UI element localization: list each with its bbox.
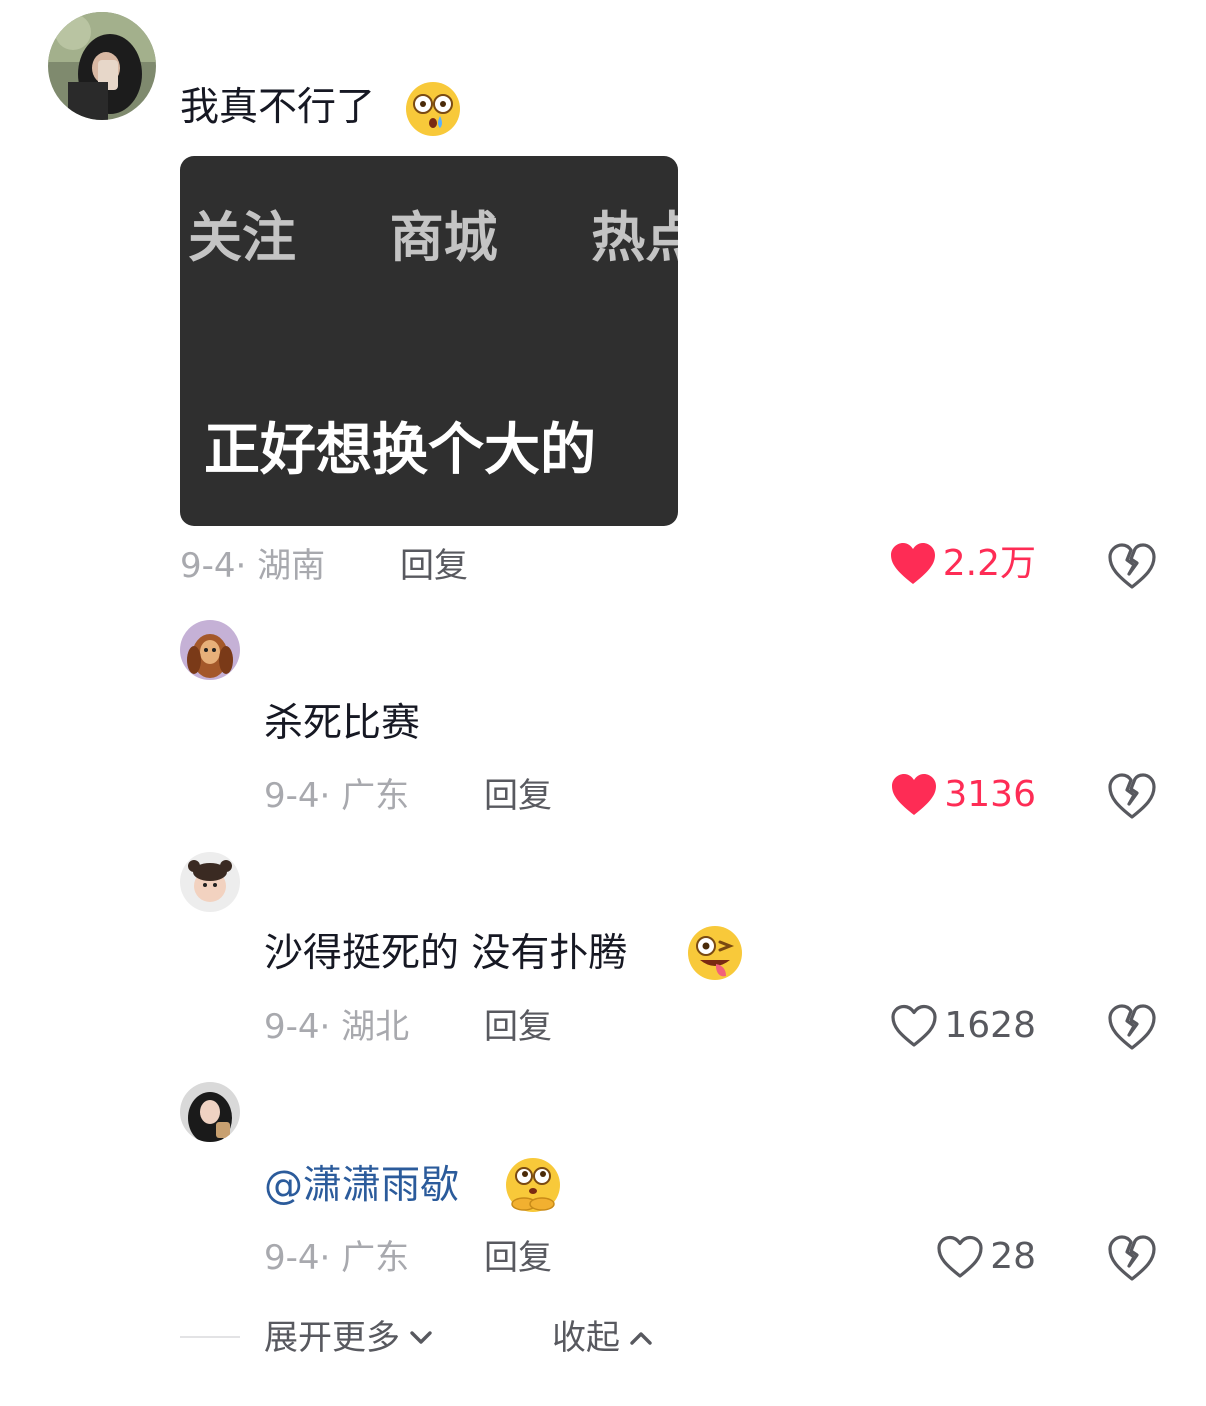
mention-text[interactable]: @潇潇雨歇 xyxy=(264,1163,459,1208)
like-button[interactable]: 2.2万 xyxy=(860,542,1036,586)
heart-filled-icon xyxy=(890,543,935,584)
image-tab-mall: 商城 xyxy=(389,206,498,269)
avatar[interactable] xyxy=(48,12,156,120)
comment-text-content: 我真不行了 xyxy=(180,85,376,130)
comment-text-content: 沙得挺死的 没有扑腾 xyxy=(264,931,628,976)
broken-heart-icon xyxy=(1108,773,1156,819)
comment-location: 湖北 xyxy=(341,1007,410,1047)
expand-more-button[interactable]: 展开更多 xyxy=(264,1318,436,1358)
heart-filled-icon xyxy=(892,774,937,815)
comment-text: 杀死比赛 xyxy=(264,701,421,746)
avatar[interactable] xyxy=(180,620,240,680)
comment-date: 9-4 xyxy=(264,1238,320,1278)
reply-button[interactable]: 回复 xyxy=(484,1007,552,1047)
comment-location: 湖南 xyxy=(257,546,326,586)
avatar[interactable] xyxy=(180,852,240,912)
meta-separator: · xyxy=(319,1007,331,1047)
reply-button[interactable]: 回复 xyxy=(400,546,468,586)
comment-meta: 9-4· 广东 xyxy=(264,1238,409,1278)
meta-separator: · xyxy=(319,1238,331,1278)
comment-location: 广东 xyxy=(341,776,410,816)
comment-date: 9-4 xyxy=(180,546,236,586)
meta-separator: · xyxy=(319,776,331,816)
image-tabs: 关注 商城 热点 xyxy=(188,206,678,270)
dislike-button[interactable] xyxy=(1106,1232,1158,1284)
winking-face-with-tongue-emoji-icon xyxy=(686,924,744,982)
like-button[interactable]: 1628 xyxy=(860,1004,1036,1048)
broken-heart-icon xyxy=(1108,1235,1156,1281)
image-tab-hot: 热点 xyxy=(591,206,678,269)
comment-image[interactable]: 关注 商城 热点 正好想换个大的 xyxy=(180,156,678,526)
image-tab-follow: 关注 xyxy=(188,206,296,269)
reply-button[interactable]: 回复 xyxy=(484,776,552,816)
dislike-button[interactable] xyxy=(1106,540,1158,592)
avatar[interactable] xyxy=(180,1082,240,1142)
divider xyxy=(180,1336,240,1338)
flushed-face-emoji-icon xyxy=(404,80,462,138)
heart-outline-icon xyxy=(937,1235,983,1278)
comment-text: 沙得挺死的 没有扑腾 xyxy=(264,930,627,978)
comment-location: 广东 xyxy=(341,1238,410,1278)
broken-heart-icon xyxy=(1108,1004,1156,1050)
reply-button[interactable]: 回复 xyxy=(484,1238,552,1278)
comment-date: 9-4 xyxy=(264,1007,320,1047)
collapse-button[interactable]: 收起 xyxy=(552,1318,656,1358)
expand-more-label: 展开更多 xyxy=(264,1318,400,1358)
comment-meta: 9-4· 湖北 xyxy=(264,1007,409,1047)
broken-heart-icon xyxy=(1108,543,1156,589)
comment-meta: 9-4· 广东 xyxy=(264,776,409,816)
heart-outline-icon xyxy=(891,1004,937,1047)
chevron-up-icon xyxy=(630,1332,652,1345)
chevron-down-icon xyxy=(410,1331,432,1344)
dislike-button[interactable] xyxy=(1106,1001,1158,1053)
collapse-label: 收起 xyxy=(552,1318,620,1358)
like-count: 2.2万 xyxy=(942,543,1036,584)
mention-link[interactable]: @潇潇雨歇 xyxy=(264,1162,459,1210)
comment-date: 9-4 xyxy=(264,776,320,816)
comment-text: 我真不行了 xyxy=(180,84,375,132)
like-button[interactable]: 3136 xyxy=(860,773,1036,817)
like-button[interactable]: 28 xyxy=(860,1235,1036,1279)
thinking-face-emoji-icon xyxy=(504,1156,562,1214)
image-caption: 正好想换个大的 xyxy=(204,418,596,483)
like-count: 28 xyxy=(990,1236,1036,1277)
like-count: 3136 xyxy=(944,774,1036,815)
comment-meta: 9-4· 湖南 xyxy=(180,546,325,586)
meta-separator: · xyxy=(235,546,247,586)
dislike-button[interactable] xyxy=(1106,770,1158,822)
like-count: 1628 xyxy=(944,1005,1036,1046)
